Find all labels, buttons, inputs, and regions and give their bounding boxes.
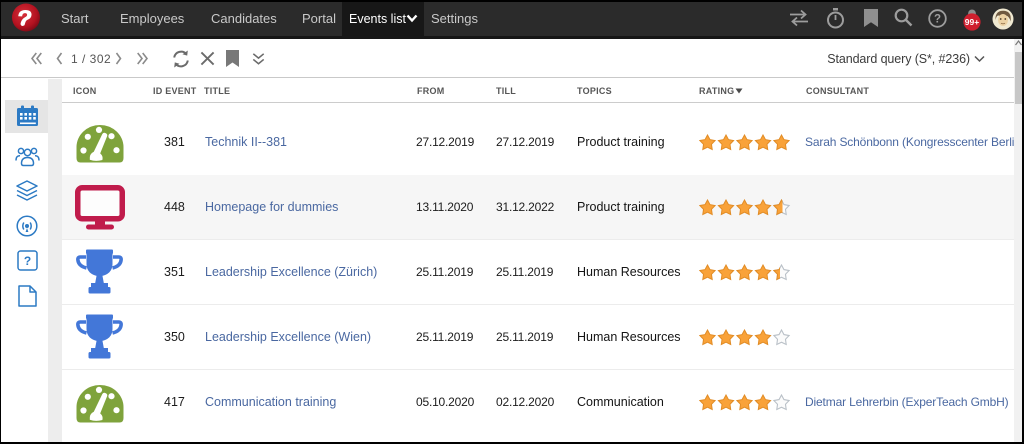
svg-text:99+: 99+ (965, 17, 979, 27)
svg-text:?: ? (24, 254, 31, 268)
svg-text:?: ? (934, 14, 941, 26)
